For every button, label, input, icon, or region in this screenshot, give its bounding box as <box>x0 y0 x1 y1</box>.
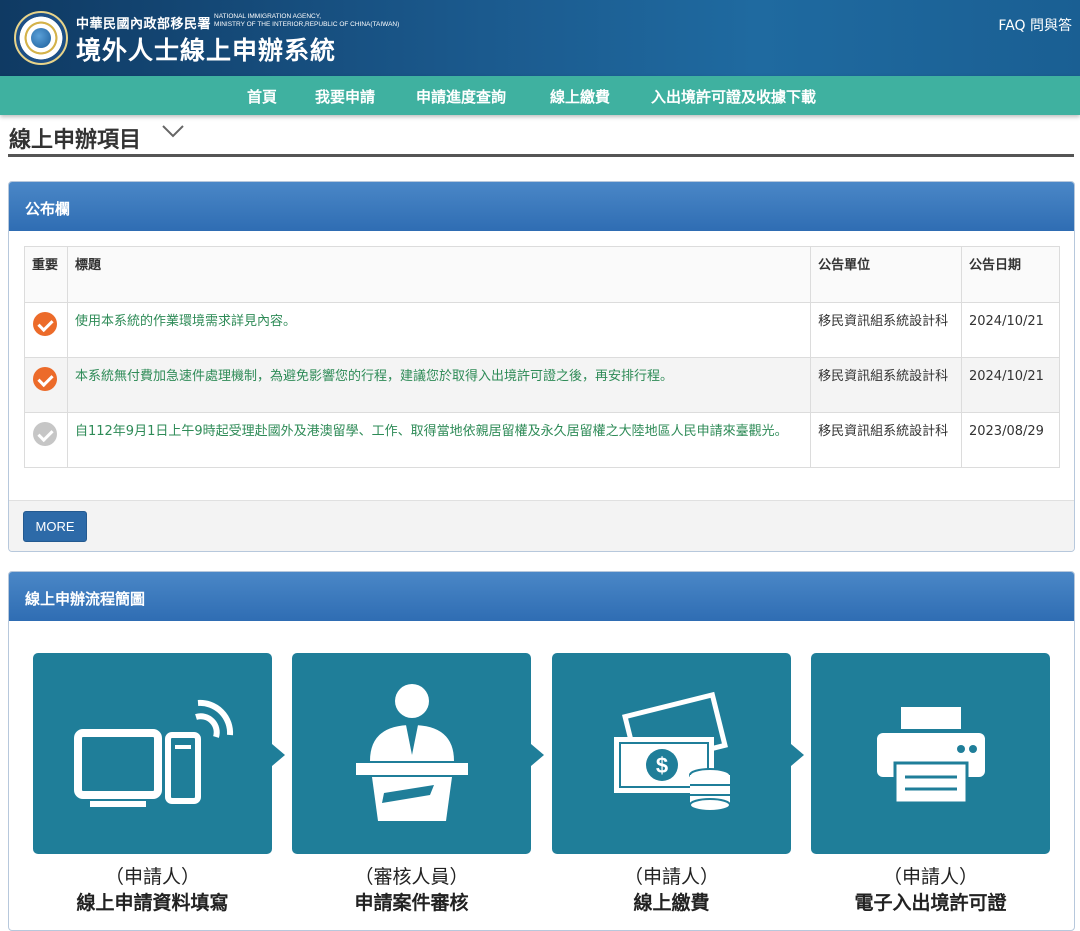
flow-step-label: 線上繳費 <box>633 892 710 914</box>
table-row: 使用本系統的作業環境需求詳見內容。 移民資訊組系統設計科 2024/10/21 <box>24 302 1061 358</box>
flow-step-label: 申請案件審核 <box>354 892 469 914</box>
more-button[interactable]: MORE <box>23 511 87 542</box>
bulletin-title-link[interactable]: 自112年9月1日上午9時起受理赴國外及港澳留學、工作、取得當地依親居留權及永久… <box>66 412 812 468</box>
agency-seal-logo[interactable] <box>14 11 68 65</box>
chevron-down-icon[interactable] <box>162 124 184 138</box>
flow-step-card-permit <box>811 653 1050 854</box>
bulletin-unit: 移民資訊組系統設計科 <box>810 412 962 468</box>
flow-step-card-apply <box>33 653 272 854</box>
flow-step-card-payment: $ <box>552 653 791 854</box>
nav-item-payment[interactable]: 線上繳費 <box>550 86 610 107</box>
bulletin-unit: 移民資訊組系統設計科 <box>810 302 962 358</box>
table-row: 自112年9月1日上午9時起受理赴國外及港澳留學、工作、取得當地依親居留權及永久… <box>24 412 1061 468</box>
bulletin-panel: 公布欄 重要 標題 公告單位 公告日期 使用本系統的作業環境需求詳見內容。 移民… <box>8 181 1075 552</box>
important-check-icon <box>33 367 57 391</box>
faq-link[interactable]: FAQ 問與答 <box>998 15 1072 35</box>
agency-name-cn: 中華民國內政部移民署 <box>76 17 212 32</box>
flow-step-label: 電子入出境許可證 <box>854 892 1007 914</box>
printer-icon <box>877 707 985 805</box>
flow-title: 線上申辦流程簡圖 <box>9 572 1074 621</box>
bulletin-unit: 移民資訊組系統設計科 <box>810 357 962 413</box>
svg-text:$: $ <box>656 753 668 778</box>
nav-item-apply[interactable]: 我要申請 <box>315 86 375 107</box>
bulletin-date: 2024/10/21 <box>960 357 1061 413</box>
main-nav: 首頁 我要申請 申請進度查詢 線上繳費 入出境許可證及收據下載 <box>0 76 1080 115</box>
table-header-row: 重要 標題 公告單位 公告日期 <box>24 246 1061 303</box>
flow-step-label: 線上申請資料填寫 <box>76 892 229 914</box>
table-row: 本系統無付費加急速件處理機制，為避免影響您的行程，建議您於取得入出境許可證之後，… <box>24 357 1061 413</box>
bulletin-date: 2024/10/21 <box>960 302 1061 358</box>
flow-step-card-review <box>292 653 531 854</box>
column-header-title: 標題 <box>66 246 812 303</box>
flow-role-label: （申請人） <box>104 866 200 888</box>
page-title: 線上申辦項目 <box>9 128 142 153</box>
bulletin-title: 公布欄 <box>9 182 1074 231</box>
nav-item-progress[interactable]: 申請進度查詢 <box>416 86 506 107</box>
bulletin-footer: MORE <box>9 500 1074 551</box>
bulletin-title-link[interactable]: 本系統無付費加急速件處理機制，為避免影響您的行程，建議您於取得入出境許可證之後，… <box>66 357 812 413</box>
computer-icon <box>74 699 234 807</box>
flow-arrow-icon <box>272 744 285 766</box>
agency-name-en: NATIONAL IMMIGRATION AGENCY, MINISTRY OF… <box>214 13 400 28</box>
nav-item-download[interactable]: 入出境許可證及收據下載 <box>651 86 816 107</box>
flow-panel: 線上申辦流程簡圖 $ （申請人） 線上申請資料填寫 （審核人員） 申請案件審核 … <box>8 571 1075 931</box>
important-check-icon <box>33 312 57 336</box>
flow-role-label: （申請人） <box>882 866 978 888</box>
column-header-unit: 公告單位 <box>810 246 962 303</box>
column-header-important: 重要 <box>24 246 68 303</box>
flow-arrow-icon <box>531 744 544 766</box>
bulletin-table: 重要 標題 公告單位 公告日期 使用本系統的作業環境需求詳見內容。 移民資訊組系… <box>24 246 1061 468</box>
flow-role-label: （審核人員） <box>354 866 469 888</box>
site-header: 中華民國內政部移民署 NATIONAL IMMIGRATION AGENCY, … <box>0 0 1080 76</box>
normal-check-icon <box>33 422 57 446</box>
bulletin-title-link[interactable]: 使用本系統的作業環境需求詳見內容。 <box>66 302 812 358</box>
nav-item-home[interactable]: 首頁 <box>247 86 277 107</box>
column-header-date: 公告日期 <box>960 246 1061 303</box>
flow-role-label: （申請人） <box>623 866 719 888</box>
title-divider <box>8 154 1074 157</box>
reviewer-icon <box>356 684 468 821</box>
bulletin-date: 2023/08/29 <box>960 412 1061 468</box>
flow-arrow-icon <box>791 744 804 766</box>
money-icon: $ <box>614 691 731 812</box>
system-title[interactable]: 境外人士線上申辦系統 <box>76 31 336 67</box>
